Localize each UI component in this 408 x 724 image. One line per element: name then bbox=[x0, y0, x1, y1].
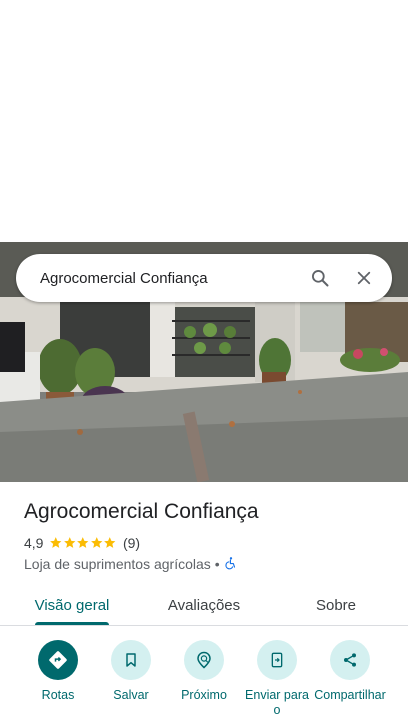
star-icon bbox=[50, 537, 62, 549]
place-category: Loja de suprimentos agrícolas bbox=[24, 556, 211, 572]
save-label: Salvar bbox=[113, 688, 149, 702]
category-row: Loja de suprimentos agrícolas • bbox=[24, 556, 238, 572]
nearby-button[interactable]: Próximo bbox=[164, 640, 244, 703]
separator: • bbox=[214, 556, 220, 572]
star-icon bbox=[77, 537, 89, 549]
send-to-phone-icon[interactable] bbox=[257, 640, 297, 680]
action-row: Rotas Salvar Próximo Enviar para o Compa… bbox=[0, 640, 408, 724]
directions-button[interactable]: Rotas bbox=[18, 640, 98, 703]
directions-icon[interactable] bbox=[38, 640, 78, 680]
search-bar[interactable]: Agrocomercial Confiança bbox=[16, 254, 392, 302]
star-rating bbox=[49, 536, 117, 550]
share-label: Compartilhar bbox=[314, 688, 386, 702]
bookmark-icon[interactable] bbox=[111, 640, 151, 680]
blank-map-area bbox=[0, 0, 408, 242]
rating-row[interactable]: 4,9 (9) bbox=[24, 535, 140, 551]
tab-about[interactable]: Sobre bbox=[286, 584, 386, 626]
directions-label: Rotas bbox=[41, 688, 75, 702]
nearby-icon[interactable] bbox=[184, 640, 224, 680]
search-input[interactable]: Agrocomercial Confiança bbox=[16, 270, 298, 287]
tab-overview[interactable]: Visão geral bbox=[22, 584, 122, 626]
star-icon bbox=[64, 537, 76, 549]
star-icon bbox=[104, 537, 116, 549]
review-count[interactable]: (9) bbox=[123, 535, 140, 551]
share-icon[interactable] bbox=[330, 640, 370, 680]
nearby-label: Próximo bbox=[181, 688, 227, 702]
rating-value: 4,9 bbox=[24, 535, 44, 551]
star-icon bbox=[91, 537, 103, 549]
share-button[interactable]: Compartilhar bbox=[310, 640, 390, 703]
active-tab-indicator bbox=[35, 622, 109, 625]
wheelchair-icon bbox=[224, 556, 238, 573]
tab-bar: Visão geral Avaliações Sobre bbox=[0, 584, 408, 626]
search-icon[interactable] bbox=[298, 256, 342, 300]
send-to-phone-button[interactable]: Enviar para o bbox=[237, 640, 317, 718]
save-button[interactable]: Salvar bbox=[91, 640, 171, 703]
send-to-phone-label: Enviar para o bbox=[245, 688, 309, 717]
tab-reviews[interactable]: Avaliações bbox=[154, 584, 254, 626]
place-title: Agrocomercial Confiança bbox=[24, 500, 259, 523]
close-icon[interactable] bbox=[342, 256, 386, 300]
